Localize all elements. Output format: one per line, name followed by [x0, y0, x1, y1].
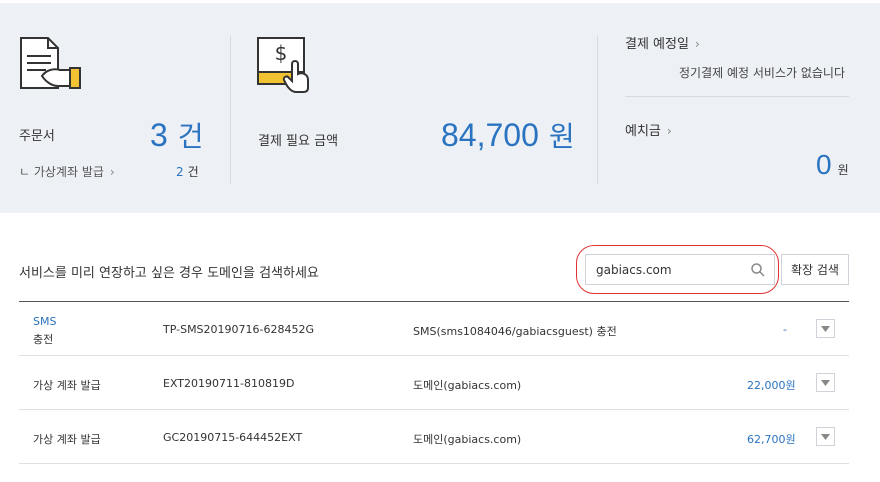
svg-text:$: $	[275, 41, 288, 65]
deposit-link[interactable]: 예치금 ›	[625, 120, 672, 139]
row-description: 도메인(gabiacs.com)	[413, 433, 522, 446]
row-expand-button[interactable]	[816, 373, 835, 392]
row-description: SMS(sms1084046/gabiacsguest) 충전	[413, 325, 617, 338]
caret-down-icon	[821, 325, 830, 332]
payment-schedule-link[interactable]: 결제 예정일 ›	[625, 33, 700, 52]
row-order-id: EXT20190711-810819D	[163, 377, 295, 390]
row-amount[interactable]: 22,000원	[747, 377, 796, 393]
row-divider	[19, 409, 849, 410]
divider	[597, 36, 598, 184]
order-document-icon	[20, 37, 81, 89]
payment-document-icon: $	[257, 37, 309, 93]
orders-count[interactable]: 3건	[150, 115, 204, 155]
orders-label: 주문서	[19, 129, 55, 144]
row-type-sub: 충전	[33, 333, 54, 346]
caret-down-icon	[821, 433, 830, 440]
schedule-message: 정기결제 예정 서비스가 없습니다	[679, 66, 846, 80]
row-divider	[19, 463, 849, 464]
extend-search-button[interactable]: 확장 검색	[781, 254, 849, 285]
search-icon[interactable]	[750, 262, 766, 278]
row-type[interactable]: SMS	[33, 315, 56, 328]
search-prompt: 서비스를 미리 연장하고 싶은 경우 도메인을 검색하세요	[19, 266, 319, 281]
row-amount: -	[783, 323, 787, 336]
row-divider	[19, 355, 849, 356]
row-order-id: TP-SMS20190716-628452G	[163, 323, 315, 336]
summary-panel: 주문서 3건 ㄴ 가상계좌 발급 › 2건 $ 결제 필요 금액 84,700 원 …	[0, 3, 880, 213]
chevron-right-icon: ›	[666, 124, 672, 138]
payment-amount: 84,700 원	[441, 117, 575, 153]
row-expand-button[interactable]	[816, 427, 835, 446]
payment-label: 결제 필요 금액	[258, 134, 339, 149]
deposit-amount: 0원	[816, 149, 849, 180]
table-top-border	[19, 301, 849, 302]
row-type: 가상 계좌 발급	[33, 379, 101, 392]
row-order-id: GC20190715-644452EXT	[163, 431, 303, 444]
row-expand-button[interactable]	[816, 319, 835, 338]
divider	[625, 96, 849, 97]
row-amount[interactable]: 62,700원	[747, 431, 796, 447]
chevron-right-icon: ›	[694, 37, 700, 51]
caret-down-icon	[821, 379, 830, 386]
domain-search-box[interactable]	[585, 254, 775, 285]
row-type: 가상 계좌 발급	[33, 433, 101, 446]
domain-search-input[interactable]	[596, 261, 746, 279]
virtual-account-link[interactable]: ㄴ 가상계좌 발급 ›	[19, 163, 115, 180]
chevron-right-icon: ›	[109, 165, 115, 179]
divider	[230, 36, 231, 184]
virtual-account-count[interactable]: 2건	[176, 163, 199, 180]
row-description: 도메인(gabiacs.com)	[413, 379, 522, 392]
